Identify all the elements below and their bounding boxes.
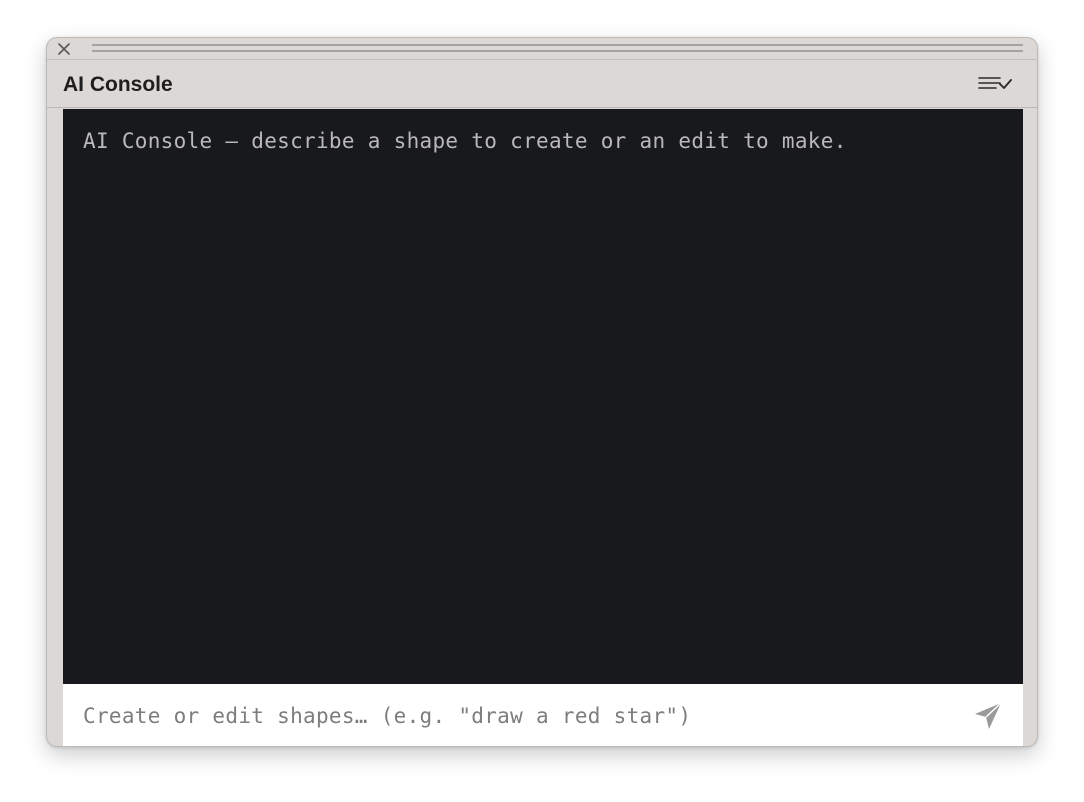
panel-title: AI Console	[63, 73, 173, 96]
ai-console-panel: AI Console AI Console — describe a shape…	[46, 37, 1038, 747]
panel-drag-handle[interactable]	[47, 38, 1037, 60]
send-icon	[975, 702, 1002, 729]
prompt-bar	[63, 684, 1023, 746]
list-check-icon	[978, 77, 1012, 89]
panel-header: AI Console	[47, 60, 1037, 108]
close-button[interactable]	[55, 40, 73, 58]
prompt-input[interactable]	[63, 684, 953, 746]
console-line: AI Console — describe a shape to create …	[83, 129, 847, 153]
panel-menu-button[interactable]	[977, 72, 1013, 96]
console-output: AI Console — describe a shape to create …	[63, 109, 1023, 684]
send-button[interactable]	[971, 699, 1005, 733]
drag-grip	[92, 44, 1023, 52]
close-icon	[58, 43, 70, 55]
